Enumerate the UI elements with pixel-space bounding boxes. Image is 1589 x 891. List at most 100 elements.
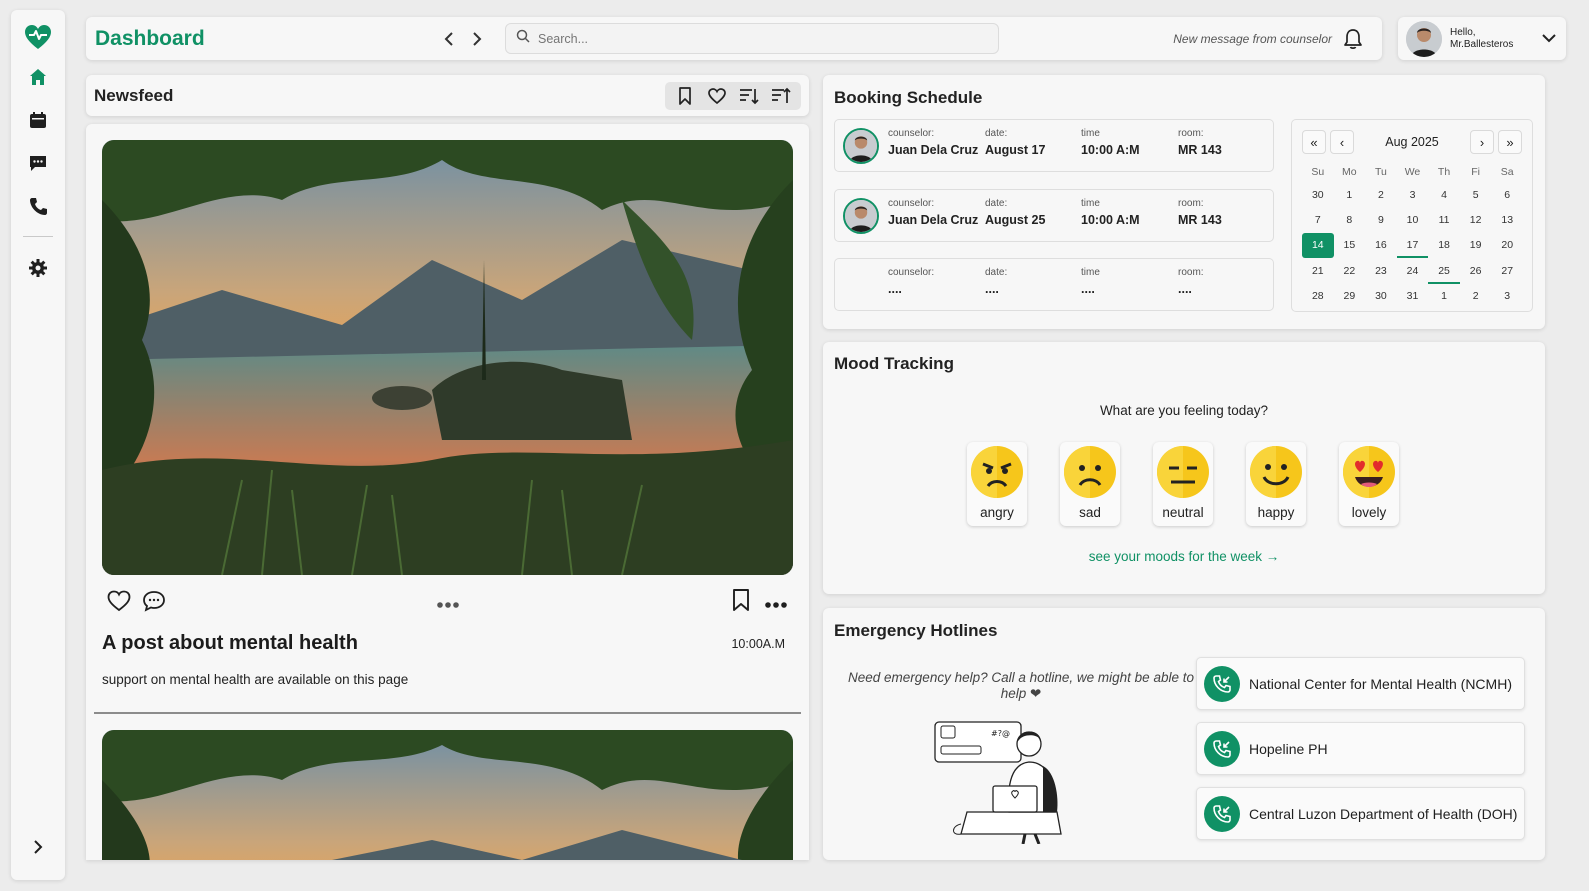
calendar-day[interactable]: 4 [1428, 182, 1460, 207]
calendar-day[interactable]: 21 [1302, 258, 1334, 283]
heart-icon[interactable] [701, 82, 733, 110]
calendar-day[interactable]: 30 [1365, 284, 1397, 309]
calendar-day[interactable]: 24 [1397, 258, 1429, 283]
calendar-day[interactable]: 11 [1428, 207, 1460, 232]
mood-lovely[interactable]: lovely [1339, 442, 1399, 526]
gear-icon[interactable] [20, 250, 56, 286]
counselor-avatar [843, 127, 879, 164]
like-heart-icon[interactable] [107, 590, 131, 617]
time-label: time [1081, 128, 1100, 139]
bookmark-post-icon[interactable] [731, 588, 751, 617]
calendar-day[interactable]: 2 [1460, 284, 1492, 309]
hotline-doh[interactable]: Central Luzon Department of Health (DOH) [1196, 787, 1525, 840]
weekday-label: Fi [1471, 166, 1480, 178]
calendar-day[interactable]: 19 [1460, 233, 1492, 258]
calendar-icon[interactable] [20, 102, 56, 138]
calendar-day[interactable]: 1 [1334, 182, 1366, 207]
mood-options: angry sad neutral happy lovely [967, 442, 1399, 526]
notification-text[interactable]: New message from counselor [1173, 32, 1332, 46]
calendar-day[interactable]: 15 [1334, 233, 1366, 258]
bookmark-icon[interactable] [669, 82, 701, 110]
post-image[interactable] [102, 140, 793, 575]
mood-label: neutral [1162, 505, 1204, 520]
counselor-label: counselor: [888, 198, 935, 209]
mood-sad[interactable]: sad [1060, 442, 1120, 526]
next-year-icon[interactable]: » [1498, 130, 1522, 154]
calendar-day[interactable]: 25 [1428, 258, 1460, 283]
mood-happy[interactable]: happy [1246, 442, 1306, 526]
hotline-label: Central Luzon Department of Health (DOH) [1249, 805, 1518, 822]
more-options-icon[interactable] [764, 596, 788, 614]
calendar-day[interactable]: 23 [1365, 258, 1397, 283]
chat-icon[interactable] [20, 145, 56, 181]
post-actions [102, 584, 793, 616]
weekly-moods-link[interactable]: see your moods for the week → [823, 549, 1545, 564]
phone-call-icon [1204, 665, 1240, 702]
hotline-ncmh[interactable]: National Center for Mental Health (NCMH) [1196, 657, 1525, 710]
expand-sidebar-icon[interactable] [23, 832, 53, 862]
comment-icon[interactable] [142, 590, 166, 617]
calendar-day[interactable]: 30 [1302, 182, 1334, 207]
forward-arrow-icon[interactable] [463, 25, 491, 53]
calendar-day[interactable]: 28 [1302, 284, 1334, 309]
calendar-day[interactable]: 20 [1491, 233, 1523, 258]
calendar-day[interactable]: 14 [1302, 232, 1334, 259]
mood-angry[interactable]: angry [967, 442, 1027, 526]
emergency-hotlines: Emergency Hotlines Need emergency help? … [823, 608, 1545, 860]
booking-title: Booking Schedule [834, 88, 983, 107]
home-icon[interactable] [20, 59, 56, 95]
calendar-day[interactable]: 22 [1334, 258, 1366, 283]
mood-neutral[interactable]: neutral [1153, 442, 1213, 526]
next-month-icon[interactable]: › [1470, 130, 1494, 154]
calendar-day[interactable]: 1 [1428, 284, 1460, 309]
calendar-day[interactable]: 12 [1460, 207, 1492, 232]
calendar-day[interactable]: 18 [1428, 233, 1460, 258]
sort-ascending-icon[interactable] [765, 82, 797, 110]
svg-text:#?@: #?@ [991, 729, 1010, 738]
calendar-grid: Su Mo Tu We Th Fi Sa 30 1 2 3 4 5 6 7 8 9 10 11 12 13 14 15 16 1… [1302, 162, 1523, 309]
calendar-day[interactable]: 31 [1397, 284, 1429, 309]
calendar-day[interactable]: 5 [1460, 182, 1492, 207]
sort-descending-icon[interactable] [733, 82, 765, 110]
post-title[interactable]: A post about mental health [102, 632, 358, 655]
booking-row[interactable]: counselor: Juan Dela Cruz date: August 17 … [834, 119, 1274, 172]
phone-call-icon [1204, 795, 1240, 832]
back-arrow-icon[interactable] [435, 25, 463, 53]
heart-logo-icon[interactable] [23, 22, 53, 52]
calendar-day[interactable]: 26 [1460, 258, 1492, 283]
calendar-day[interactable]: 6 [1491, 182, 1523, 207]
prev-year-icon[interactable]: « [1302, 130, 1326, 154]
calendar-day[interactable]: 8 [1334, 207, 1366, 232]
hotline-label: National Center for Mental Health (NCMH) [1249, 675, 1512, 692]
mood-question: What are you feeling today? [1099, 403, 1269, 418]
booking-row[interactable]: counselor: Juan Dela Cruz date: August 25 … [834, 189, 1274, 242]
calendar-day[interactable]: 16 [1365, 233, 1397, 258]
chevron-down-icon[interactable] [1542, 30, 1556, 48]
calendar-day[interactable]: 2 [1365, 182, 1397, 207]
calendar-day[interactable]: 27 [1491, 258, 1523, 283]
hotline-hopeline[interactable]: Hopeline PH [1196, 722, 1525, 775]
date-label: date: [985, 128, 1008, 139]
mood-label: happy [1257, 505, 1295, 520]
counselor-label: counselor: [888, 128, 935, 139]
calendar-day[interactable]: 29 [1334, 284, 1366, 309]
angry-face-icon [971, 446, 1023, 498]
weekday-label: Sa [1500, 166, 1514, 178]
counselor-illustration: #?@ [931, 716, 1081, 849]
weekday-label: Tu [1374, 166, 1387, 178]
search-input[interactable] [538, 31, 978, 46]
calendar-day[interactable]: 3 [1491, 284, 1523, 309]
calendar-day[interactable]: 9 [1365, 207, 1397, 232]
calendar-day[interactable]: 13 [1491, 207, 1523, 232]
calendar-day[interactable]: 10 [1397, 207, 1429, 232]
post-image[interactable] [102, 730, 793, 860]
prev-month-icon[interactable]: ‹ [1330, 130, 1354, 154]
carousel-dots-icon [436, 596, 460, 614]
phone-icon[interactable] [20, 188, 56, 224]
booking-row-empty[interactable]: counselor:.... date:.... time.... room:.… [834, 258, 1274, 311]
calendar-day[interactable]: 3 [1397, 182, 1429, 207]
bell-icon[interactable] [1338, 24, 1368, 54]
calendar-day[interactable]: 17 [1397, 233, 1429, 258]
calendar-day[interactable]: 7 [1302, 207, 1334, 232]
user-menu[interactable]: Hello, Mr.Ballesteros [1398, 17, 1566, 60]
